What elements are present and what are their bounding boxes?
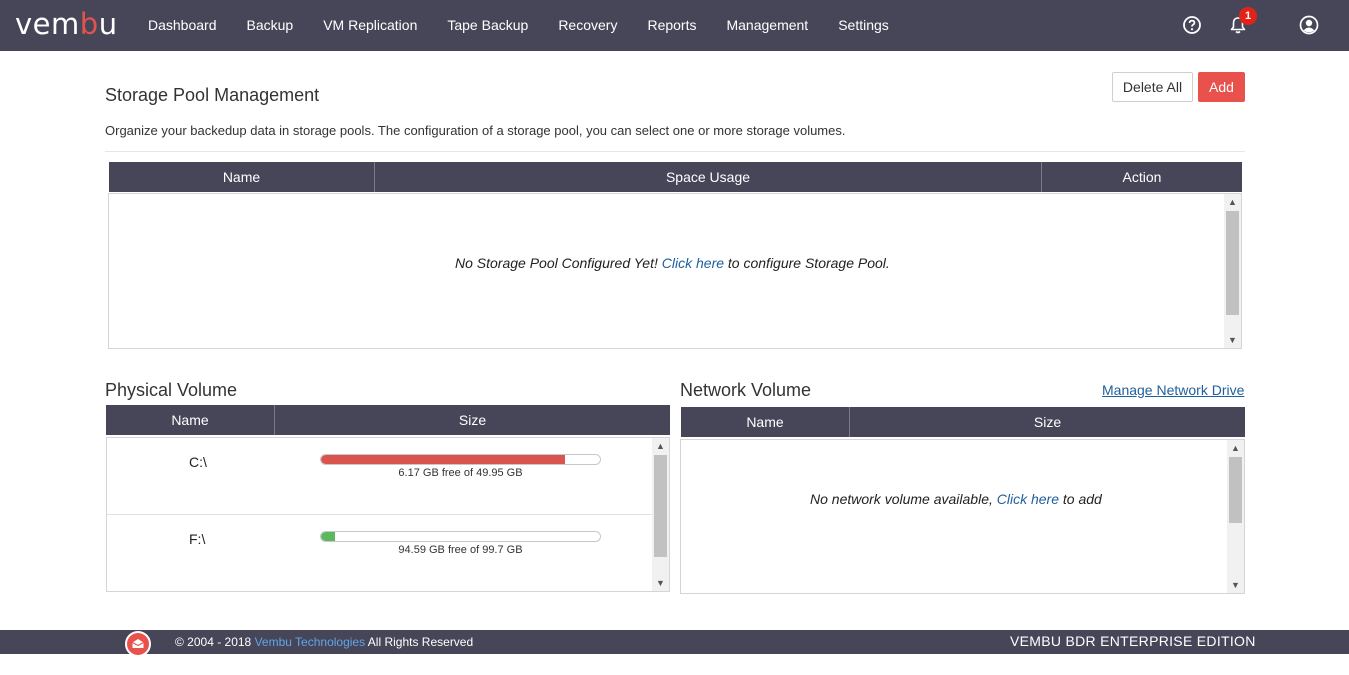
column-size[interactable]: Size	[275, 405, 670, 435]
no-storage-pool-message: No Storage Pool Configured Yet! Click he…	[455, 255, 890, 271]
user-icon[interactable]	[1299, 15, 1319, 35]
table-row[interactable]: F:\ 94.59 GB free of 99.7 GB	[107, 515, 652, 592]
volume-name: F:\	[189, 531, 206, 547]
scroll-down-icon[interactable]: ▼	[1227, 578, 1244, 592]
divider	[105, 151, 1245, 152]
network-volume-title: Network Volume	[680, 380, 812, 400]
network-volume-table-body: No network volume available, Click here …	[680, 439, 1245, 594]
usage-bar	[320, 454, 601, 465]
physical-volume-table-header: Name Size	[106, 405, 670, 435]
storage-pool-table-header: Name Space Usage Action	[109, 162, 1242, 192]
volume-name: C:\	[189, 454, 207, 470]
scroll-up-icon[interactable]: ▲	[1224, 195, 1241, 209]
configure-storage-pool-link[interactable]: Click here	[662, 255, 724, 271]
chat-icon[interactable]	[125, 631, 151, 657]
physical-volume-title: Physical Volume	[105, 380, 238, 400]
scroll-thumb[interactable]	[1226, 211, 1239, 315]
copyright-text: © 2004 - 2018 Vembu Technologies All Rig…	[175, 635, 474, 649]
usage-text: 94.59 GB free of 99.7 GB	[398, 544, 523, 556]
scroll-thumb[interactable]	[1229, 457, 1242, 523]
column-name[interactable]: Name	[109, 162, 375, 192]
nav-vm-replication[interactable]: VM Replication	[308, 0, 432, 51]
no-network-volume-message: No network volume available, Click here …	[810, 491, 1102, 507]
add-network-volume-link[interactable]: Click here	[997, 491, 1059, 507]
physical-scrollbar[interactable]: ▲ ▼	[652, 438, 669, 591]
company-link[interactable]: Vembu Technologies	[255, 635, 366, 649]
delete-all-button[interactable]: Delete All	[1112, 72, 1193, 102]
nav-recovery[interactable]: Recovery	[543, 0, 632, 51]
usage-bar	[320, 531, 601, 542]
column-name[interactable]: Name	[681, 407, 850, 437]
manage-network-drive-link[interactable]: Manage Network Drive	[1102, 382, 1244, 398]
scroll-up-icon[interactable]: ▲	[1227, 441, 1244, 455]
scroll-up-icon[interactable]: ▲	[652, 439, 669, 453]
network-volume-table-header: Name Size	[681, 407, 1245, 437]
column-space-usage[interactable]: Space Usage	[375, 162, 1042, 192]
column-size[interactable]: Size	[850, 407, 1245, 437]
main-nav: Dashboard Backup VM Replication Tape Bac…	[133, 0, 904, 51]
scroll-thumb[interactable]	[654, 455, 667, 557]
network-scrollbar[interactable]: ▲ ▼	[1227, 440, 1244, 593]
edition-label: VEMBU BDR ENTERPRISE EDITION	[1010, 633, 1256, 649]
page-description: Organize your backedup data in storage p…	[105, 123, 846, 138]
physical-volume-table-body: C:\ 6.17 GB free of 49.95 GB F:\ 94.59 G…	[106, 437, 670, 592]
page-title: Storage Pool Management	[105, 85, 320, 105]
nav-backup[interactable]: Backup	[232, 0, 309, 51]
nav-settings[interactable]: Settings	[823, 0, 904, 51]
scroll-down-icon[interactable]: ▼	[1224, 333, 1241, 347]
table-row[interactable]: C:\ 6.17 GB free of 49.95 GB	[107, 438, 652, 515]
add-button[interactable]: Add	[1198, 72, 1245, 102]
storage-pool-table-body: No Storage Pool Configured Yet! Click he…	[108, 193, 1242, 349]
help-icon[interactable]	[1182, 15, 1202, 35]
usage-text: 6.17 GB free of 49.95 GB	[398, 467, 523, 479]
usage-bar-fill	[321, 455, 566, 464]
column-name[interactable]: Name	[106, 405, 275, 435]
pool-scrollbar[interactable]: ▲ ▼	[1224, 194, 1241, 348]
nav-management[interactable]: Management	[711, 0, 823, 51]
scroll-down-icon[interactable]: ▼	[652, 576, 669, 590]
nav-tape-backup[interactable]: Tape Backup	[432, 0, 543, 51]
top-nav-bar: vembu Dashboard Backup VM Replication Ta…	[0, 0, 1349, 51]
vembu-logo[interactable]: vembu	[15, 8, 118, 40]
nav-reports[interactable]: Reports	[632, 0, 711, 51]
nav-dashboard[interactable]: Dashboard	[133, 0, 232, 51]
usage-bar-fill	[321, 532, 336, 541]
notification-badge: 1	[1239, 7, 1257, 25]
column-action[interactable]: Action	[1042, 162, 1242, 192]
